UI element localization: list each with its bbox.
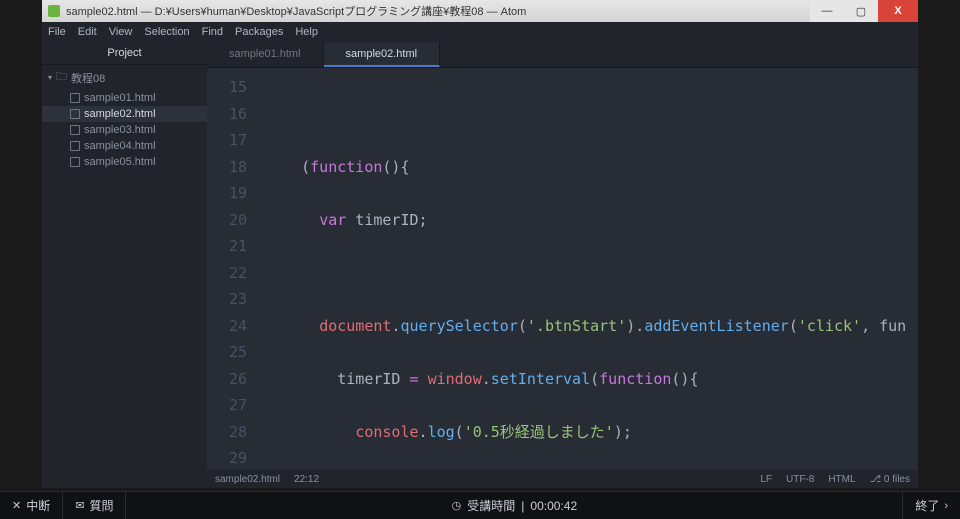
code-line: document.querySelector('.btnStart').addE… [265,313,918,340]
code-line: (function(){ [265,154,918,181]
sidebar-file[interactable]: sample03.html [42,122,207,138]
status-cursor[interactable]: 22:12 [294,474,319,485]
status-lineending[interactable]: LF [760,474,772,485]
maximize-button[interactable]: ▢ [844,0,878,22]
folder-label: 教程08 [71,70,105,86]
file-label: sample05.html [84,156,156,168]
folder-icon: 🗀 [56,68,67,87]
line-number: 19 [207,180,247,207]
status-bar: sample02.html 22:12 LF UTF-8 HTML ⎇ 0 fi… [207,470,918,488]
file-icon [70,93,80,103]
editor-body: Project ▾ 🗀 教程08 sample01.html sample02.… [42,42,918,488]
code-area[interactable]: 15 16 17 18 19 20 21 22 23 24 25 26 27 2… [207,68,918,470]
file-label: sample03.html [84,124,156,136]
file-icon [70,141,80,151]
close-button[interactable]: X [878,0,918,22]
minimize-button[interactable]: — [810,0,844,22]
sidebar-file[interactable]: sample05.html [42,154,207,170]
menu-packages[interactable]: Packages [235,26,283,38]
titlebar: sample02.html — D:¥Users¥human¥Desktop¥J… [42,0,918,22]
time-label: 受講時間 [467,497,515,514]
menu-find[interactable]: Find [202,26,223,38]
line-number: 22 [207,260,247,287]
sidebar-folder[interactable]: ▾ 🗀 教程08 [42,65,207,90]
line-number: 18 [207,154,247,181]
question-label: 質問 [89,497,113,514]
code-content[interactable]: (function(){ var timerID; document.query… [259,68,918,470]
time-value: 00:00:42 [530,499,577,513]
interrupt-label: 中断 [26,497,50,514]
editor-pane: sample01.html sample02.html 15 16 17 18 … [207,42,918,488]
player-bar: ✕ 中断 ✉ 質問 ◷ 受講時間 | 00:00:42 終了 › [0,491,960,519]
time-display: ◷ 受講時間 | 00:00:42 [126,497,902,514]
line-number: 23 [207,286,247,313]
line-number: 26 [207,366,247,393]
x-icon: ✕ [12,499,21,512]
file-icon [70,125,80,135]
menu-view[interactable]: View [109,26,133,38]
line-number: 29 [207,445,247,470]
line-number: 17 [207,127,247,154]
line-number: 16 [207,101,247,128]
file-label: sample01.html [84,92,156,104]
status-encoding[interactable]: UTF-8 [786,474,814,485]
sidebar-file[interactable]: sample01.html [42,90,207,106]
sidebar: Project ▾ 🗀 教程08 sample01.html sample02.… [42,42,207,488]
line-number: 21 [207,233,247,260]
git-icon: ⎇ [870,474,884,485]
menu-help[interactable]: Help [295,26,318,38]
file-icon [70,157,80,167]
tab-sample01[interactable]: sample01.html [207,42,324,67]
line-number: 24 [207,313,247,340]
app-icon [48,5,60,17]
interrupt-button[interactable]: ✕ 中断 [0,492,63,519]
code-line [265,260,918,287]
status-file[interactable]: sample02.html [215,474,280,485]
code-line: var timerID; [265,207,918,234]
status-files[interactable]: ⎇ 0 files [870,474,910,485]
code-line: timerID = window.setInterval(function(){ [265,366,918,393]
status-language[interactable]: HTML [828,474,855,485]
window-controls: — ▢ X [810,0,918,22]
time-sep: | [521,499,524,513]
sidebar-file[interactable]: sample04.html [42,138,207,154]
sidebar-header: Project [42,42,207,65]
clock-icon: ◷ [452,499,462,512]
line-number: 25 [207,339,247,366]
menu-selection[interactable]: Selection [144,26,189,38]
file-label: sample02.html [84,108,156,120]
atom-window: sample02.html — D:¥Users¥human¥Desktop¥J… [42,0,918,488]
file-label: sample04.html [84,140,156,152]
tab-sample02[interactable]: sample02.html [324,42,441,67]
file-icon [70,109,80,119]
sidebar-file[interactable]: sample02.html [42,106,207,122]
line-number: 28 [207,419,247,446]
end-button[interactable]: 終了 › [902,492,960,519]
window-title: sample02.html — D:¥Users¥human¥Desktop¥J… [66,3,810,19]
menu-edit[interactable]: Edit [78,26,97,38]
line-number: 27 [207,392,247,419]
chevron-right-icon: › [944,500,948,512]
end-label: 終了 [915,497,939,514]
code-line [265,101,918,128]
menu-file[interactable]: File [48,26,66,38]
line-number: 15 [207,74,247,101]
question-button[interactable]: ✉ 質問 [63,492,126,519]
tab-bar: sample01.html sample02.html [207,42,918,68]
chevron-down-icon: ▾ [48,73,52,82]
menubar: File Edit View Selection Find Packages H… [42,22,918,42]
code-line: console.log('0.5秒経過しました'); [265,419,918,446]
gutter: 15 16 17 18 19 20 21 22 23 24 25 26 27 2… [207,68,259,470]
line-number: 20 [207,207,247,234]
mail-icon: ✉ [75,499,84,512]
